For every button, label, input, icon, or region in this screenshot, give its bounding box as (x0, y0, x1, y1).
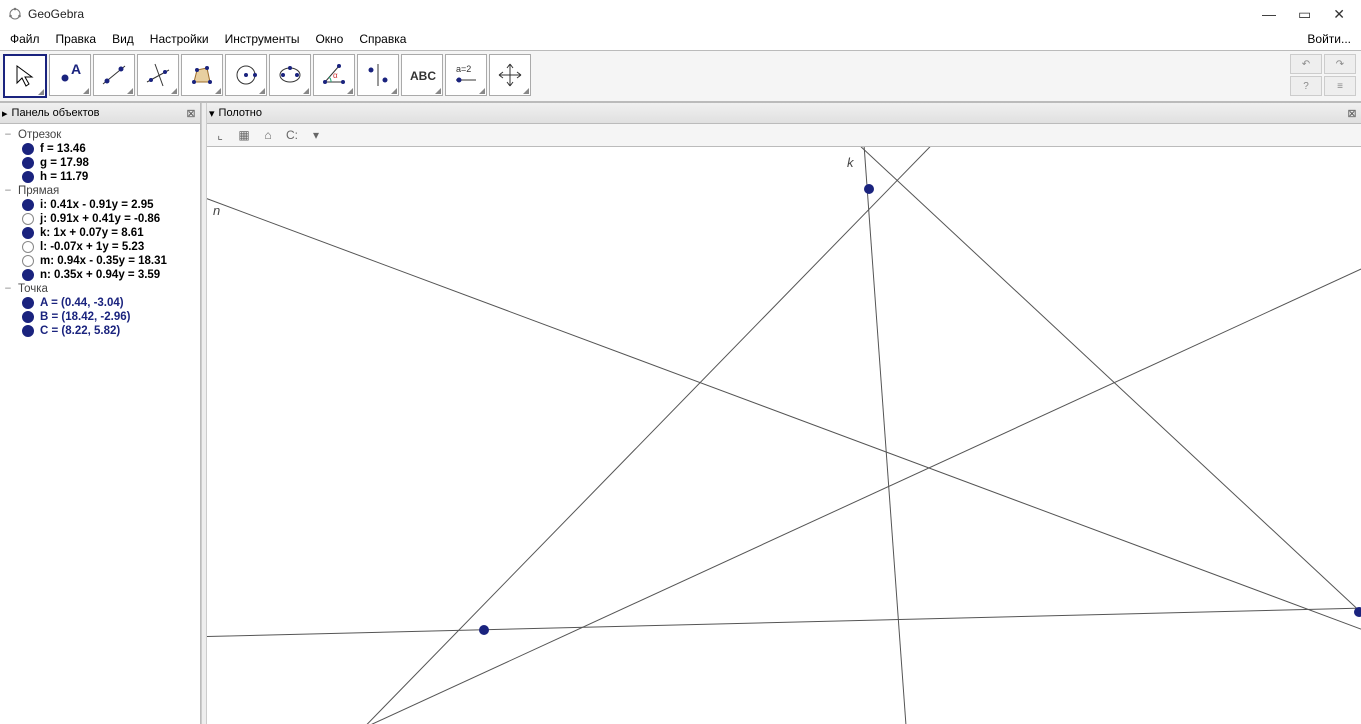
canvas-panel: ▾ Полотно ⊠ ⌞ ▦ ⌂ C: ▾ (207, 103, 1361, 724)
tree-item-b[interactable]: B = (18.42, -2.96) (2, 310, 198, 324)
help-button[interactable]: ? (1290, 76, 1322, 96)
window-minimize[interactable]: — (1262, 6, 1276, 22)
canvas-close-button[interactable]: ⊠ (1345, 106, 1359, 120)
point-c (864, 184, 874, 194)
menubar: Файл Правка Вид Настройки Инструменты Ок… (0, 28, 1361, 50)
objects-panel-header: ▸ Панель объектов ⊠ (0, 103, 200, 124)
canvas-collapse-icon[interactable]: ▾ (209, 107, 215, 120)
visibility-dot-icon[interactable] (22, 157, 34, 169)
menu-tools[interactable]: Инструменты (219, 30, 306, 48)
point-a (479, 625, 489, 635)
tool-move[interactable] (3, 54, 47, 98)
tree-cat-point[interactable]: Точка (2, 282, 198, 296)
tool-angle[interactable]: α (313, 54, 355, 96)
tool-conic[interactable] (269, 54, 311, 96)
panel-close-button[interactable]: ⊠ (184, 106, 198, 120)
tree-item-h[interactable]: h = 11.79 (2, 170, 198, 184)
visibility-dot-icon[interactable] (22, 311, 34, 323)
tree-cat-line[interactable]: Прямая (2, 184, 198, 198)
svg-text:ABC: ABC (410, 69, 436, 83)
svg-text:A: A (71, 61, 81, 77)
menu-edit[interactable]: Правка (50, 30, 103, 48)
canvas-header: ▾ Полотно ⊠ (207, 103, 1361, 124)
toolbar: A α ABC (0, 50, 1361, 102)
content: ▸ Панель объектов ⊠ Отрезок f = 13.46 g … (0, 102, 1361, 724)
svg-text:a=2: a=2 (456, 64, 471, 74)
menu-view[interactable]: Вид (106, 30, 140, 48)
geometry-svg (207, 147, 1361, 724)
tool-pan[interactable] (489, 54, 531, 96)
visibility-dot-icon[interactable] (22, 269, 34, 281)
tree-item-a[interactable]: A = (0.44, -3.04) (2, 296, 198, 310)
menu-file[interactable]: Файл (4, 30, 46, 48)
window-maximize[interactable]: ▭ (1298, 6, 1311, 23)
login-link[interactable]: Войти... (1301, 30, 1357, 48)
tool-slider[interactable]: a=2 (445, 54, 487, 96)
tool-line[interactable] (93, 54, 135, 96)
window-close[interactable]: ✕ (1333, 6, 1345, 23)
tree-item-f[interactable]: f = 13.46 (2, 142, 198, 156)
canvas-toolbar: ⌞ ▦ ⌂ C: ▾ (207, 124, 1361, 147)
tree-item-i[interactable]: i: 0.41x - 0.91y = 2.95 (2, 198, 198, 212)
app-title: GeoGebra (28, 7, 84, 21)
tree-item-g[interactable]: g = 17.98 (2, 156, 198, 170)
axes-toggle-icon[interactable]: ⌞ (211, 126, 229, 144)
options-button[interactable]: ≡ (1324, 76, 1356, 96)
tool-perpendicular[interactable] (137, 54, 179, 96)
tree-item-m[interactable]: m: 0.94x - 0.35y = 18.31 (2, 254, 198, 268)
visibility-dot-icon[interactable] (22, 199, 34, 211)
tree-item-n[interactable]: n: 0.35x + 0.94y = 3.59 (2, 268, 198, 282)
visibility-dot-icon[interactable] (22, 213, 34, 225)
app-icon (8, 7, 22, 21)
tree-cat-segment[interactable]: Отрезок (2, 128, 198, 142)
panel-title: Панель объектов (12, 107, 100, 119)
visibility-dot-icon[interactable] (22, 171, 34, 183)
canvas-extra-icon[interactable]: C: (283, 126, 301, 144)
objects-tree: Отрезок f = 13.46 g = 17.98 h = 11.79 Пр… (0, 124, 200, 342)
tool-reflect[interactable] (357, 54, 399, 96)
menu-window[interactable]: Окно (309, 30, 349, 48)
menu-settings[interactable]: Настройки (144, 30, 215, 48)
tree-item-c[interactable]: C = (8.22, 5.82) (2, 324, 198, 338)
visibility-dot-icon[interactable] (22, 325, 34, 337)
home-view-icon[interactable]: ⌂ (259, 126, 277, 144)
panel-collapse-icon[interactable]: ▸ (2, 107, 8, 120)
undo-button[interactable]: ↶ (1290, 54, 1322, 74)
visibility-dot-icon[interactable] (22, 255, 34, 267)
visibility-dot-icon[interactable] (22, 297, 34, 309)
tool-polygon[interactable] (181, 54, 223, 96)
visibility-dot-icon[interactable] (22, 241, 34, 253)
redo-button[interactable]: ↷ (1324, 54, 1356, 74)
drawing-canvas[interactable]: k n (207, 147, 1361, 724)
tree-item-l[interactable]: l: -0.07x + 1y = 5.23 (2, 240, 198, 254)
tree-item-j[interactable]: j: 0.91x + 0.41y = -0.86 (2, 212, 198, 226)
visibility-dot-icon[interactable] (22, 143, 34, 155)
menu-help[interactable]: Справка (353, 30, 412, 48)
canvas-dropdown-icon[interactable]: ▾ (307, 126, 325, 144)
canvas-title: Полотно (219, 107, 262, 119)
titlebar: GeoGebra — ▭ ✕ (0, 0, 1361, 28)
tree-item-k[interactable]: k: 1x + 0.07y = 8.61 (2, 226, 198, 240)
label-k: k (847, 155, 854, 170)
tool-circle[interactable] (225, 54, 267, 96)
objects-panel: ▸ Панель объектов ⊠ Отрезок f = 13.46 g … (0, 103, 201, 724)
tool-text[interactable]: ABC (401, 54, 443, 96)
grid-toggle-icon[interactable]: ▦ (235, 126, 253, 144)
tool-point[interactable]: A (49, 54, 91, 96)
visibility-dot-icon[interactable] (22, 227, 34, 239)
label-n: n (213, 203, 220, 218)
svg-text:α: α (333, 71, 338, 80)
